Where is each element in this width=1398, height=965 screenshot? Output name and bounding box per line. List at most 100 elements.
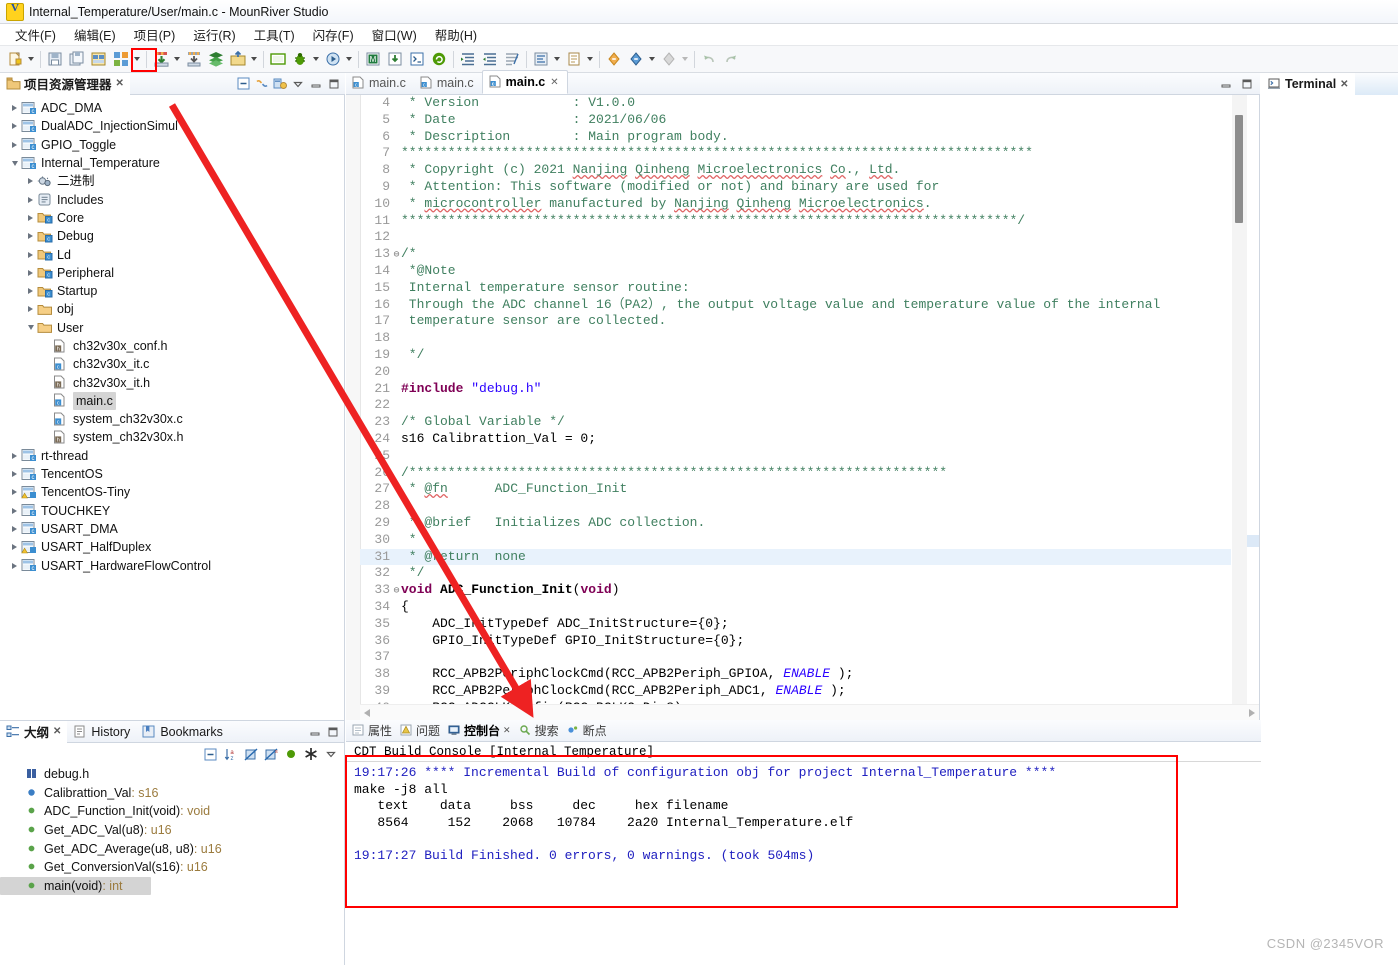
chevron-right-icon[interactable] [24,175,37,188]
menu-help[interactable]: 帮助(H) [426,23,486,46]
code-line[interactable]: 27 * @fn ADC_Function_Init [360,481,1231,498]
save-icon[interactable] [45,49,65,69]
sort-alphabetically-icon[interactable]: az [223,747,238,762]
open-resource-dropdown-icon[interactable] [249,50,258,68]
undo-icon[interactable] [699,49,719,69]
download-dropdown-icon[interactable] [172,50,181,68]
chevron-right-icon[interactable] [24,266,37,279]
build-all-icon[interactable] [111,49,131,69]
outline-item[interactable]: Get_ConversionVal(s16) : u16 [0,858,344,877]
code-line[interactable]: 26 /*************************************… [360,465,1231,482]
editor-horizontal-scrollbar[interactable] [360,704,1259,720]
tab-properties[interactable]: 属性 [348,720,396,742]
tree-item-obj[interactable]: obj [0,300,344,318]
view-menu-filter-icon[interactable] [272,76,287,91]
back-navigation-icon[interactable] [659,49,679,69]
collapse-all-icon[interactable] [236,76,251,91]
filter-asterisk-icon[interactable] [303,747,318,762]
code-line[interactable]: 4 * Version : V1.0.0 [360,95,1231,112]
code-line[interactable]: 15 Internal temperature sensor routine: [360,280,1231,297]
close-icon[interactable]: ✕ [503,725,511,736]
next-annotation-icon[interactable] [604,49,624,69]
code-line[interactable]: 29 * @brief Initializes ADC collection. [360,515,1231,532]
flash-download-icon[interactable] [385,49,405,69]
monitor-icon[interactable] [268,49,288,69]
indent-increase-icon[interactable] [458,49,478,69]
outline-item[interactable]: main(void) : int [0,876,151,896]
code-line[interactable]: 9 * Attention: This software (modified o… [360,179,1231,196]
tab-search[interactable]: 搜索 [515,720,563,742]
code-line[interactable]: 7 ***************************************… [360,145,1231,162]
source-code[interactable]: 4 * Version : V1.0.0 5 * Date : 2021/06/0… [360,95,1231,704]
scroll-right-icon[interactable] [1249,708,1255,717]
comment-block-icon[interactable] [502,49,522,69]
outline-item[interactable]: debug.h [0,765,344,784]
close-icon[interactable]: ✕ [116,78,124,89]
editor-tab-3-active[interactable]: c main.c ✕ [481,70,568,94]
chevron-right-icon[interactable] [24,211,37,224]
code-line[interactable]: 6 * Description : Main program body. [360,129,1231,146]
tree-item-User[interactable]: User [0,319,344,337]
view-menu-icon[interactable] [323,747,338,762]
tree-item-Debug[interactable]: c Debug [0,227,344,245]
new-file-icon[interactable] [5,49,25,69]
tree-item-ADC_DMA[interactable]: c ADC_DMA [0,99,344,117]
menu-run[interactable]: 运行(R) [184,23,244,46]
editor-body[interactable]: 4 * Version : V1.0.0 5 * Date : 2021/06/0… [346,95,1260,720]
erase-flash-icon[interactable] [184,49,204,69]
code-line[interactable]: 19 */ [360,347,1231,364]
scrollbar-thumb[interactable] [1235,115,1243,223]
annotation-dropdown-icon[interactable] [647,50,656,68]
tree-item-USART_HardwareFlowControl[interactable]: c USART_HardwareFlowControl [0,556,344,574]
terminal-body[interactable] [1261,95,1398,965]
code-line[interactable]: 13 ⊖/* [360,246,1231,263]
search-dropdown-icon[interactable] [585,50,594,68]
view-menu-icon[interactable] [290,76,305,91]
close-icon[interactable]: ✕ [53,726,61,737]
code-line[interactable]: 12 [360,229,1231,246]
build-project-icon[interactable] [89,49,109,69]
tree-item-Startup[interactable]: c Startup [0,282,344,300]
collapse-all-icon[interactable] [203,747,218,762]
code-line[interactable]: 35 ADC_InitTypeDef ADC_InitStructure={0}… [360,616,1231,633]
chevron-right-icon[interactable] [24,285,37,298]
chevron-right-icon[interactable] [8,559,21,572]
tree-item-Peripheral[interactable]: c Peripheral [0,264,344,282]
code-line[interactable]: 22 [360,397,1231,414]
tab-terminal[interactable]: Terminal ✕ [1261,73,1355,95]
hide-static-icon[interactable]: s [263,747,278,762]
close-icon[interactable]: ✕ [550,77,558,88]
run-icon[interactable] [323,49,343,69]
memory-view-icon[interactable]: M [363,49,383,69]
indent-decrease-icon[interactable] [480,49,500,69]
chevron-right-icon[interactable] [8,102,21,115]
close-icon[interactable]: ✕ [1340,79,1348,90]
tree-item-ch32v30x_it.h[interactable]: h ch32v30x_it.h [0,373,344,391]
code-line[interactable]: 31 * @return none [360,548,1231,566]
code-line[interactable]: 37 [360,649,1231,666]
editor-tab-2[interactable]: c main.c [414,72,482,94]
tree-item-GPIO_Toggle[interactable]: c GPIO_Toggle [0,136,344,154]
hide-fields-icon[interactable] [243,747,258,762]
code-line[interactable]: 21 #include "debug.h" [360,381,1231,398]
chevron-right-icon[interactable] [8,504,21,517]
tree-item-TencentOS-Tiny[interactable]: TencentOS-Tiny [0,483,344,501]
chevron-right-icon[interactable] [8,138,21,151]
tree-item-system_ch32v30x.c[interactable]: c system_ch32v30x.c [0,410,344,428]
tree-item-ch32v30x_it.c[interactable]: c ch32v30x_it.c [0,355,344,373]
fold-marker-icon[interactable]: ⊖ [392,248,401,265]
tab-breakpoints[interactable]: 断点 [563,720,611,742]
code-line[interactable]: 11 **************************************… [360,213,1231,230]
menu-tools[interactable]: 工具(T) [245,23,304,46]
chevron-right-icon[interactable] [24,303,37,316]
console-body[interactable]: CDT Build Console [Internal_Temperature]… [346,742,1261,903]
save-all-icon[interactable] [67,49,87,69]
tree-item-DualADC_InjectionSimul[interactable]: c DualADC_InjectionSimul [0,117,344,135]
code-line[interactable]: 16 Through the ADC channel 16（PA2）, the … [360,297,1231,314]
tab-problems[interactable]: 问题 [396,720,444,742]
editor-tab-1[interactable]: c main.c [346,72,414,94]
prev-annotation-icon[interactable] [626,49,646,69]
outline-item[interactable]: Get_ADC_Average(u8, u8) : u16 [0,839,344,858]
editor-overview-ruler[interactable] [1247,95,1259,704]
chevron-right-icon[interactable] [8,541,21,554]
